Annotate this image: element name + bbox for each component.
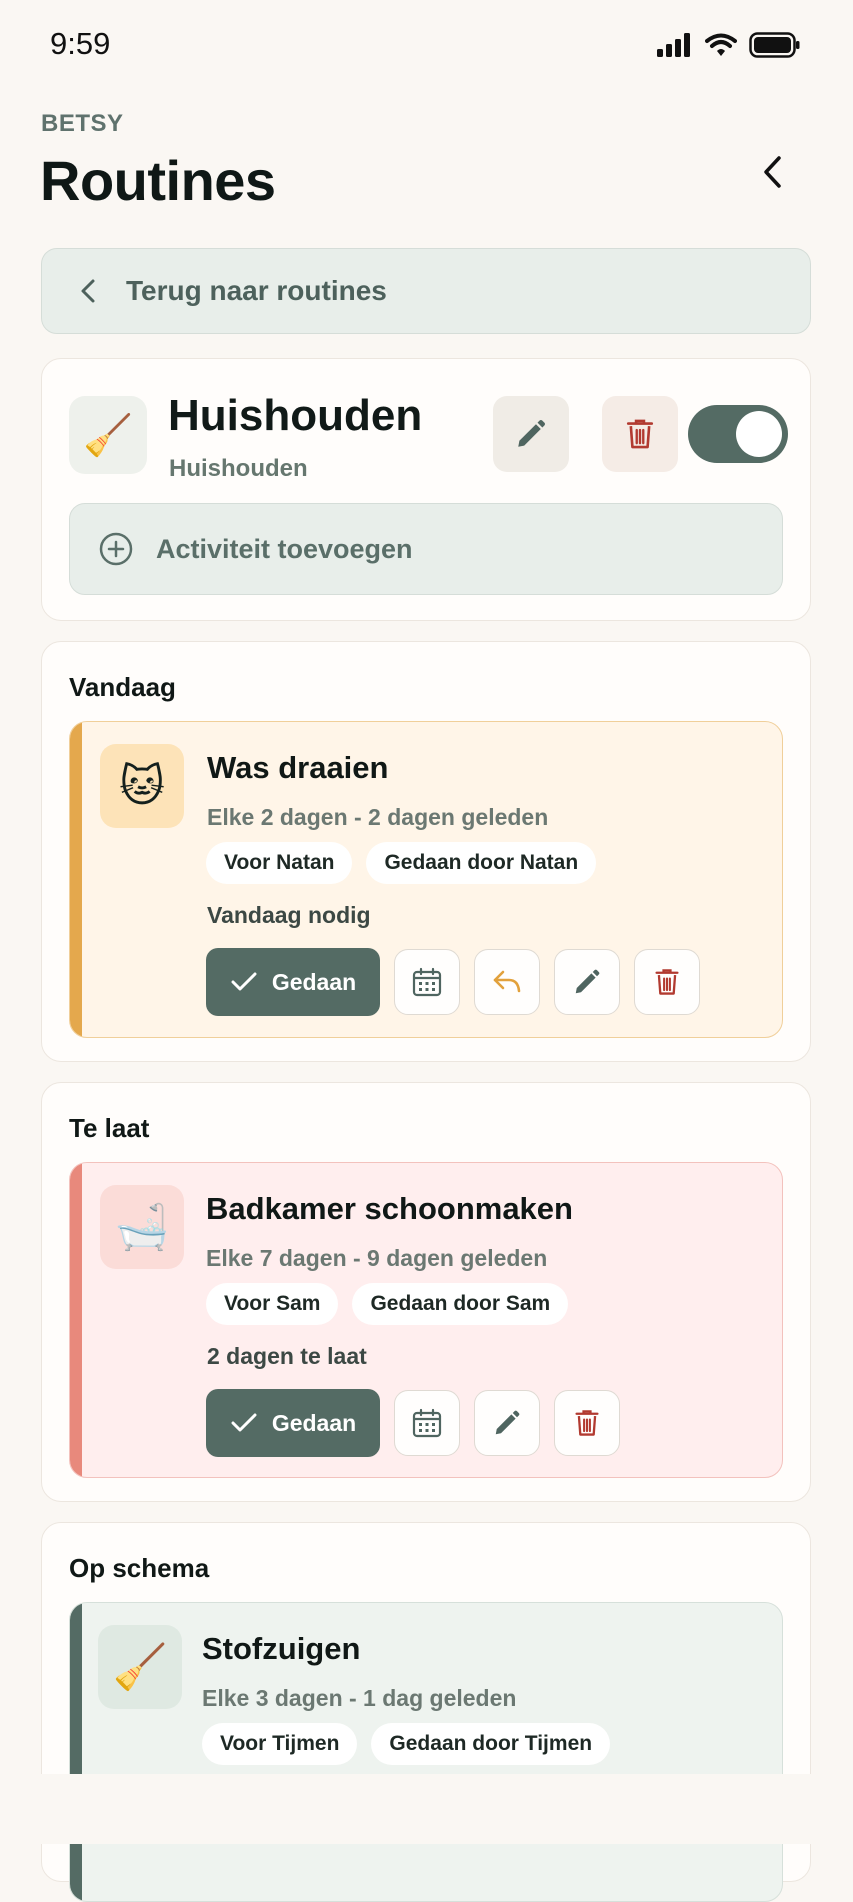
- schedule-button[interactable]: [394, 949, 460, 1015]
- task-accent-stripe: [70, 1163, 82, 1477]
- pencil-icon: [495, 1410, 520, 1435]
- add-activity-label: Activiteit toevoegen: [156, 533, 413, 564]
- toggle-knob: [736, 411, 782, 457]
- trash-icon: [655, 969, 679, 995]
- undo-button[interactable]: [474, 949, 540, 1015]
- done-by-chip: Gedaan door Sam: [352, 1283, 569, 1325]
- task-chips: Voor Sam Gedaan door Sam: [206, 1283, 569, 1325]
- edit-task-button[interactable]: [474, 1390, 540, 1456]
- pencil-icon: [575, 969, 600, 994]
- broom-icon: 🧹: [98, 1625, 182, 1709]
- plus-circle-icon: [99, 532, 133, 566]
- mark-done-label: Gedaan: [271, 968, 357, 995]
- task-actions: Gedaan: [206, 1389, 620, 1457]
- back-to-routines-button[interactable]: Terug naar routines: [41, 248, 811, 334]
- chevron-left-icon: [764, 156, 781, 188]
- assigned-to-chip: Voor Tijmen: [202, 1723, 358, 1765]
- battery-icon: [749, 32, 800, 58]
- routine-category: Huishouden: [169, 455, 308, 482]
- status-icons: [657, 32, 801, 58]
- status-time: 9:59: [50, 26, 111, 61]
- delete-task-button[interactable]: [554, 1390, 620, 1456]
- trash-icon: [626, 419, 654, 449]
- done-by-chip: Gedaan door Tijmen: [371, 1723, 611, 1765]
- add-activity-button[interactable]: Activiteit toevoegen: [69, 503, 783, 595]
- edit-task-button[interactable]: [554, 949, 620, 1015]
- section-title: Op schema: [69, 1553, 210, 1583]
- bathtub-icon: 🛁: [100, 1185, 184, 1269]
- mark-done-button[interactable]: Gedaan: [206, 1389, 380, 1457]
- task-status: 2 dagen te laat: [207, 1343, 367, 1369]
- task-frequency: Elke 7 dagen - 9 dagen geleden: [206, 1245, 548, 1271]
- assigned-to-chip: Voor Natan: [206, 842, 353, 884]
- section-title: Vandaag: [69, 672, 176, 702]
- routine-header-card: 🧹 Huishouden Huishouden Activiteit toevo…: [41, 358, 811, 621]
- status-bar: 9:59: [0, 0, 853, 96]
- task-title: Badkamer schoonmaken: [206, 1191, 573, 1226]
- broom-icon: 🧹: [69, 396, 147, 474]
- edit-routine-button[interactable]: [493, 396, 569, 472]
- task-card: 🐱 Was draaien Elke 2 dagen - 2 dagen gel…: [69, 721, 783, 1038]
- cat-face-icon: 🐱: [100, 744, 184, 828]
- signal-icon: [657, 33, 690, 57]
- section-overdue: Te laat 🛁 Badkamer schoonmaken Elke 7 da…: [41, 1082, 811, 1502]
- section-today: Vandaag 🐱 Was draaien Elke 2 dagen - 2 d…: [41, 641, 811, 1062]
- done-by-chip: Gedaan door Natan: [366, 842, 597, 884]
- task-title: Was draaien: [207, 750, 389, 785]
- back-button[interactable]: [753, 152, 793, 192]
- schedule-button[interactable]: [394, 1390, 460, 1456]
- check-icon: [231, 1413, 257, 1432]
- task-accent-stripe: [70, 722, 82, 1037]
- back-to-routines-label: Terug naar routines: [126, 275, 387, 306]
- task-title: Stofzuigen: [202, 1631, 361, 1666]
- calendar-icon: [412, 967, 442, 997]
- task-status: Vandaag nodig: [207, 902, 371, 928]
- trash-icon: [575, 1410, 599, 1436]
- wifi-icon: [705, 33, 737, 56]
- section-title: Te laat: [69, 1113, 150, 1143]
- calendar-icon: [412, 1408, 442, 1438]
- task-frequency: Elke 3 dagen - 1 dag geleden: [202, 1685, 517, 1711]
- mark-done-label: Gedaan: [271, 1409, 357, 1436]
- delete-routine-button[interactable]: [602, 396, 678, 472]
- task-chips: Voor Tijmen Gedaan door Tijmen: [202, 1723, 611, 1765]
- routine-name: Huishouden: [168, 391, 423, 440]
- task-accent-stripe: [70, 1603, 82, 1901]
- bottom-safe-area: [0, 1774, 853, 1844]
- check-icon: [231, 972, 257, 991]
- mark-done-button[interactable]: Gedaan: [206, 948, 380, 1016]
- undo-icon: [493, 970, 521, 993]
- task-card: 🛁 Badkamer schoonmaken Elke 7 dagen - 9 …: [69, 1162, 783, 1478]
- page-title: Routines: [40, 149, 276, 212]
- chevron-left-icon: [81, 279, 95, 303]
- delete-task-button[interactable]: [634, 949, 700, 1015]
- routine-enabled-toggle[interactable]: [688, 405, 788, 463]
- assigned-to-chip: Voor Sam: [206, 1283, 339, 1325]
- pencil-icon: [518, 419, 546, 447]
- task-card: 🧹 Stofzuigen Elke 3 dagen - 1 dag gelede…: [69, 1602, 783, 1902]
- task-frequency: Elke 2 dagen - 2 dagen geleden: [207, 804, 549, 830]
- task-actions: Gedaan: [206, 948, 700, 1016]
- task-chips: Voor Natan Gedaan door Natan: [206, 842, 597, 884]
- household-kicker: BETSY: [41, 110, 124, 137]
